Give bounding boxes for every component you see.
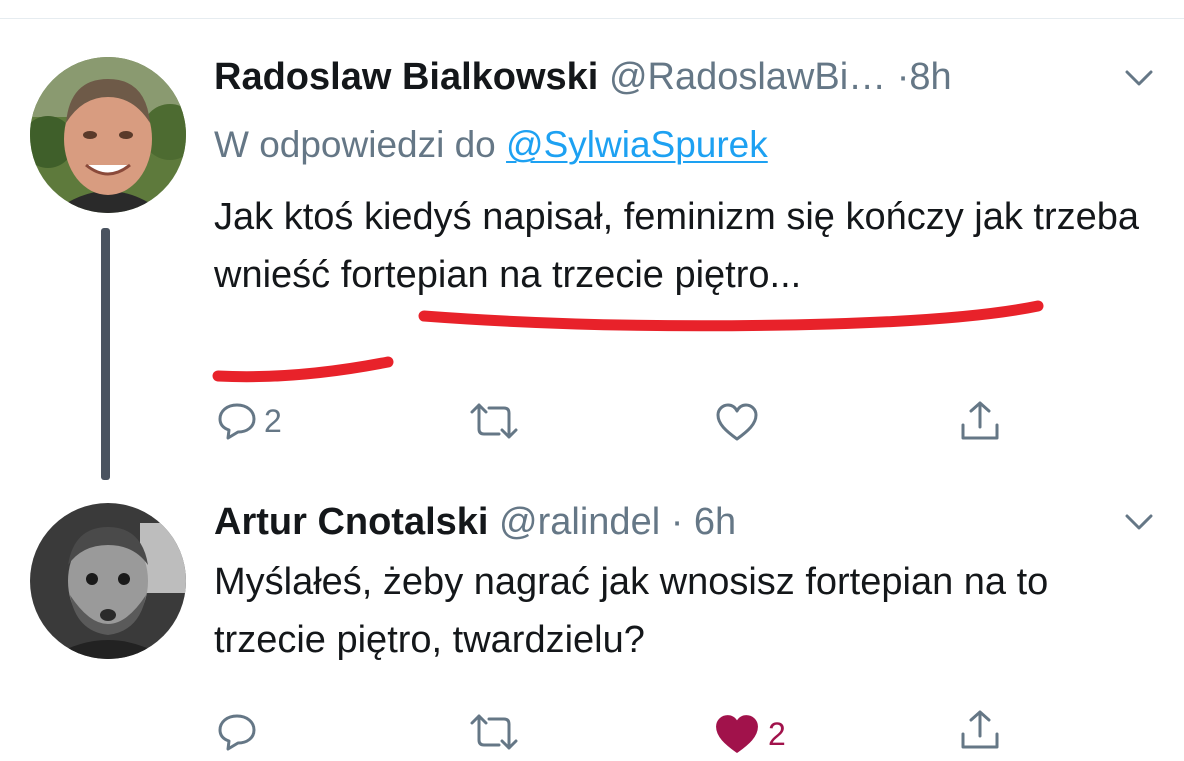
avatar-radoslaw[interactable]	[30, 57, 186, 213]
tweet-2-separator: ·	[670, 501, 684, 543]
tweet-1-share-button[interactable]	[958, 399, 1002, 443]
tweet-2-reply-button[interactable]	[216, 712, 264, 752]
tweet-1-display-name[interactable]: Radoslaw Bialkowski	[214, 56, 598, 98]
tweet-1-header: Radoslaw Bialkowski @RadoslawBi… ·8h	[214, 54, 952, 100]
tweet-1-like-button[interactable]	[714, 401, 766, 443]
tweet-1-retweet-button[interactable]	[469, 401, 519, 441]
tweet-2-timestamp[interactable]: 6h	[694, 501, 736, 543]
thread-connector	[101, 228, 110, 480]
tweet-2-share-button[interactable]	[958, 708, 1002, 752]
red-underline-mark	[212, 356, 394, 383]
heart-icon	[716, 715, 758, 753]
tweet-2-retweet-button[interactable]	[469, 712, 519, 752]
tweet-1-handle[interactable]: @RadoslawBi…	[609, 56, 886, 98]
tweet-2-like-count: 2	[768, 715, 786, 752]
tweet-1-reply-button[interactable]: 2	[216, 401, 282, 441]
share-icon	[961, 710, 999, 749]
tweet-2-display-name[interactable]: Artur Cnotalski	[214, 501, 488, 543]
tweet-1-timestamp[interactable]: 8h	[909, 56, 951, 98]
tweet-2-header: Artur Cnotalski @ralindel · 6h	[214, 499, 736, 545]
retweet-icon	[470, 403, 518, 439]
tweet-2-like-button[interactable]: 2	[712, 712, 786, 756]
reply-context-prefix: W odpowiedzi do	[214, 124, 496, 165]
reply-context: W odpowiedzi do @SylwiaSpurek	[214, 122, 768, 168]
retweet-icon	[470, 714, 518, 750]
tweet-2-text: Myślałeś, żeby nagrać jak wnosisz fortep…	[214, 561, 1049, 661]
tweet-1-separator: ·	[896, 56, 910, 98]
top-divider	[0, 18, 1184, 19]
chevron-down-icon[interactable]	[1124, 68, 1154, 88]
heart-icon	[716, 403, 758, 441]
reply-icon	[218, 714, 256, 751]
chevron-down-icon[interactable]	[1124, 512, 1154, 532]
avatar-artur[interactable]	[30, 503, 186, 659]
share-icon	[961, 401, 999, 440]
tweet-1-text: Jak ktoś kiedyś napisał, feminizm się ko…	[214, 196, 1140, 296]
tweet-1-reply-count: 2	[264, 402, 282, 439]
tweet-2-handle[interactable]: @ralindel	[499, 501, 660, 543]
reply-icon	[218, 403, 256, 440]
reply-to-mention-link[interactable]: @SylwiaSpurek	[506, 124, 768, 165]
